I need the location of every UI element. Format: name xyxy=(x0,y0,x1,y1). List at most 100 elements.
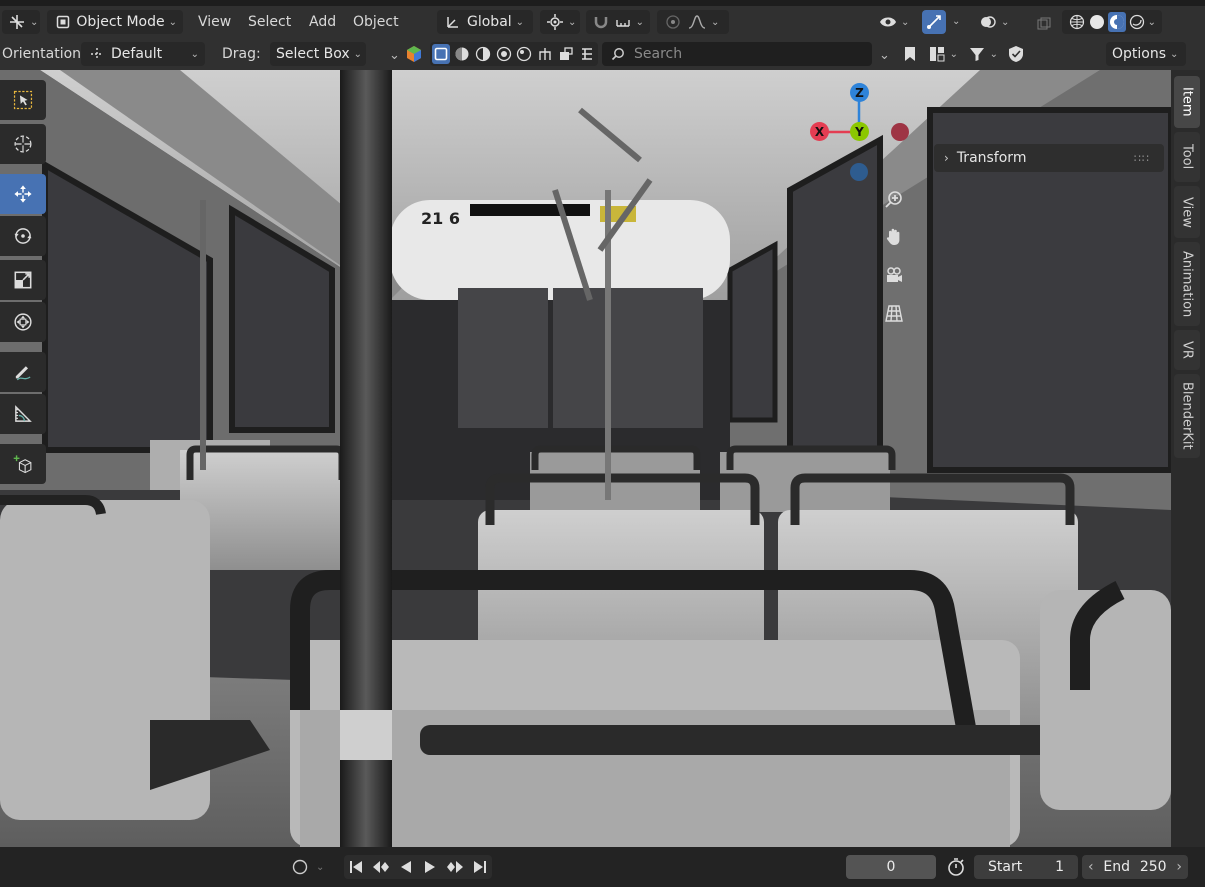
play-icon[interactable] xyxy=(420,857,440,877)
search-placeholder: Search xyxy=(634,46,683,62)
zoom-button[interactable] xyxy=(880,185,908,213)
orientation-dropdown[interactable]: Default ⌄ xyxy=(81,42,205,66)
scale-tool[interactable] xyxy=(0,260,46,300)
menu-view[interactable]: View xyxy=(198,10,231,34)
tab-item[interactable]: Item xyxy=(1174,76,1200,128)
transform-panel-title: Transform xyxy=(956,150,1027,166)
tab-view[interactable]: View xyxy=(1174,186,1200,238)
start-frame-field[interactable]: Start 1 xyxy=(974,855,1078,879)
gizmo-z-axis[interactable]: Z xyxy=(850,83,869,102)
keyframe-auto-toggle[interactable]: ⌄ xyxy=(286,855,332,879)
stopwatch-icon[interactable] xyxy=(946,857,966,877)
shader-ball-icon[interactable] xyxy=(516,44,534,64)
gizmo-toggle-button[interactable] xyxy=(922,10,946,34)
orientation-value: Default xyxy=(111,46,163,62)
measure-tool[interactable] xyxy=(0,394,46,434)
rotate-tool[interactable] xyxy=(0,216,46,256)
chevron-left-icon[interactable]: ‹ xyxy=(1088,859,1094,875)
xray-icon[interactable] xyxy=(1034,14,1054,34)
mode-label: Object Mode xyxy=(76,14,165,30)
pencil-icon xyxy=(13,362,33,382)
shield-icon[interactable] xyxy=(1006,44,1026,64)
tab-animation-label: Animation xyxy=(1179,250,1195,318)
overlays-dropdown[interactable]: ⌄ xyxy=(973,10,1015,34)
3d-viewport[interactable]: 21 6 Z X Y › Transform ∷∷ xyxy=(0,70,1171,847)
mesh-filter-icon[interactable] xyxy=(432,44,450,64)
object-filter-group[interactable] xyxy=(430,42,598,66)
tab-blenderkit[interactable]: BlenderKit xyxy=(1174,374,1200,458)
tab-blenderkit-label: BlenderKit xyxy=(1179,382,1195,450)
tab-vr[interactable]: VR xyxy=(1174,330,1200,370)
chevron-down-icon: ⌄ xyxy=(1001,16,1010,28)
current-frame-field[interactable]: 0 xyxy=(846,855,936,879)
gizmo-x-axis[interactable]: X xyxy=(810,122,829,141)
chevron-down-icon: ⌄ xyxy=(515,16,525,28)
move-tool[interactable] xyxy=(0,174,46,214)
tab-tool[interactable]: Tool xyxy=(1174,132,1200,182)
layout-dropdown[interactable]: ⌄ xyxy=(922,42,964,66)
play-reverse-icon[interactable] xyxy=(396,857,416,877)
chevron-down-icon: ⌄ xyxy=(1170,48,1179,60)
color-palette-icon[interactable] xyxy=(404,44,424,64)
end-frame-field[interactable]: ‹ End 250 › xyxy=(1082,855,1188,879)
node-tree-icon[interactable] xyxy=(536,44,554,64)
chevron-down-icon: ⌄ xyxy=(190,48,199,60)
annotate-tool[interactable] xyxy=(0,352,46,392)
gizmo-y-axis[interactable]: Y xyxy=(850,122,869,141)
material-preview-shading-icon[interactable] xyxy=(1107,12,1126,32)
menu-add[interactable]: Add xyxy=(309,10,336,34)
proportional-editing-icon[interactable] xyxy=(663,12,683,32)
drag-handle-icon[interactable]: ∷∷ xyxy=(1134,152,1150,165)
cursor-tool[interactable] xyxy=(0,124,46,164)
search-options-chevron-icon[interactable]: ⌄ xyxy=(879,48,890,63)
bookmark-icon[interactable] xyxy=(900,44,920,64)
visibility-dropdown[interactable]: ⌄ xyxy=(873,10,915,34)
material-half-icon[interactable] xyxy=(474,44,492,64)
current-frame-value: 0 xyxy=(886,859,896,875)
jump-to-start-icon[interactable] xyxy=(346,857,366,877)
snap-group[interactable]: ⌄ xyxy=(586,10,650,34)
add-cube-tool[interactable] xyxy=(0,444,46,484)
snap-increment-icon[interactable] xyxy=(614,12,632,32)
scene-object-icon[interactable] xyxy=(578,44,596,64)
material-sphere-icon[interactable] xyxy=(453,44,471,64)
shading-mode-group[interactable]: ⌄ xyxy=(1062,10,1162,34)
solid-shading-icon[interactable] xyxy=(1088,12,1106,32)
proportional-editing-group[interactable]: ⌄ xyxy=(657,10,729,34)
menu-select[interactable]: Select xyxy=(248,10,291,34)
snap-magnet-icon[interactable] xyxy=(592,12,610,32)
navigation-gizmo[interactable]: Z X Y xyxy=(800,80,920,200)
transform-tool[interactable] xyxy=(0,302,46,342)
search-input[interactable]: Search xyxy=(602,42,872,66)
filter-chevron-icon[interactable]: ⌄ xyxy=(389,48,400,63)
world-sphere-icon[interactable] xyxy=(495,44,513,64)
layout-grid-icon xyxy=(928,44,946,64)
drag-dropdown[interactable]: Select Box ⌄ xyxy=(270,42,366,66)
object-mode-icon xyxy=(53,12,72,32)
tab-animation[interactable]: Animation xyxy=(1174,242,1200,326)
falloff-curve-icon[interactable] xyxy=(687,12,707,32)
pan-button[interactable] xyxy=(880,223,908,251)
mode-dropdown[interactable]: Object Mode ⌄ xyxy=(47,10,183,34)
end-frame-value: 250 xyxy=(1139,859,1167,875)
editor-type-button[interactable]: ⌄ xyxy=(2,10,40,34)
filter-dropdown[interactable]: ⌄ xyxy=(962,42,1004,66)
menu-object[interactable]: Object xyxy=(353,10,399,34)
camera-view-button[interactable] xyxy=(880,261,908,289)
brush-icon[interactable] xyxy=(557,44,575,64)
gizmo-options-chevron-icon[interactable]: ⌄ xyxy=(952,16,960,27)
orientation-default-icon xyxy=(87,44,107,64)
chevron-right-icon[interactable]: › xyxy=(1176,859,1182,875)
rendered-shading-icon[interactable] xyxy=(1128,12,1146,32)
wireframe-shading-icon[interactable] xyxy=(1068,12,1086,32)
perspective-toggle-button[interactable] xyxy=(880,299,908,327)
transform-panel-header[interactable]: › Transform ∷∷ xyxy=(934,144,1164,172)
jump-to-keyframe-prev-icon[interactable] xyxy=(371,857,391,877)
pivot-point-dropdown[interactable]: ⌄ xyxy=(540,10,580,34)
jump-to-end-icon[interactable] xyxy=(470,857,490,877)
select-box-tool[interactable] xyxy=(0,80,46,120)
transform-orientation-dropdown[interactable]: Global ⌄ xyxy=(437,10,533,34)
chevron-down-icon: ⌄ xyxy=(353,48,363,60)
options-dropdown[interactable]: Options ⌄ xyxy=(1106,42,1186,66)
jump-to-keyframe-next-icon[interactable] xyxy=(445,857,465,877)
